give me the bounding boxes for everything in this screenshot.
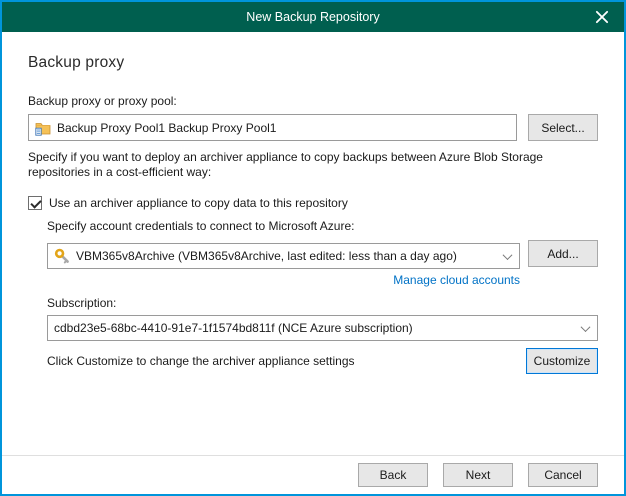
next-button[interactable]: Next (443, 463, 513, 487)
customize-button[interactable]: Customize (526, 348, 598, 374)
subscription-dropdown[interactable]: cdbd23e5-68bc-4410-91e7-1f1574bd811f (NC… (47, 315, 598, 341)
page-title: Backup proxy (28, 54, 598, 72)
chevron-down-icon (581, 322, 591, 332)
credentials-row: VBM365v8Archive (VBM365v8Archive, last e… (47, 238, 598, 269)
select-button[interactable]: Select... (528, 114, 598, 141)
customize-hint: Click Customize to change the archiver a… (47, 354, 355, 368)
proxy-pool-label: Backup proxy or proxy pool: (28, 94, 598, 108)
proxy-pool-folder-icon (35, 120, 51, 136)
use-archiver-checkbox-label: Use an archiver appliance to copy data t… (49, 196, 348, 210)
close-icon (594, 9, 610, 25)
add-button[interactable]: Add... (528, 240, 598, 267)
archiver-checkbox-row: Use an archiver appliance to copy data t… (28, 196, 598, 210)
new-backup-repository-dialog: New Backup Repository Backup proxy Backu… (0, 0, 626, 496)
key-icon (54, 248, 70, 264)
dialog-footer: Back Next Cancel (2, 455, 624, 494)
chevron-down-icon (503, 250, 513, 260)
credentials-dropdown[interactable]: VBM365v8Archive (VBM365v8Archive, last e… (47, 243, 520, 269)
proxy-pool-field[interactable] (28, 114, 517, 141)
subscription-label: Subscription: (47, 296, 598, 310)
customize-row: Click Customize to change the archiver a… (47, 348, 598, 374)
titlebar: New Backup Repository (2, 2, 624, 32)
close-button[interactable] (580, 2, 624, 32)
credentials-label: Specify account credentials to connect t… (47, 219, 598, 233)
credentials-selected-value: VBM365v8Archive (VBM365v8Archive, last e… (76, 249, 498, 263)
proxy-pool-row: Select... (28, 114, 598, 141)
archiver-description: Specify if you want to deploy an archive… (28, 150, 598, 180)
back-button[interactable]: Back (358, 463, 428, 487)
subscription-selected-value: cdbd23e5-68bc-4410-91e7-1f1574bd811f (NC… (54, 321, 576, 335)
cancel-button[interactable]: Cancel (528, 463, 598, 487)
manage-cloud-accounts-link[interactable]: Manage cloud accounts (393, 273, 520, 287)
dialog-content: Backup proxy Backup proxy or proxy pool:… (2, 32, 624, 455)
archiver-settings-group: Specify account credentials to connect t… (47, 219, 598, 374)
window-title: New Backup Repository (2, 10, 624, 24)
manage-accounts-row: Manage cloud accounts (47, 273, 520, 287)
proxy-pool-input[interactable] (57, 121, 510, 135)
use-archiver-checkbox[interactable] (28, 196, 42, 210)
